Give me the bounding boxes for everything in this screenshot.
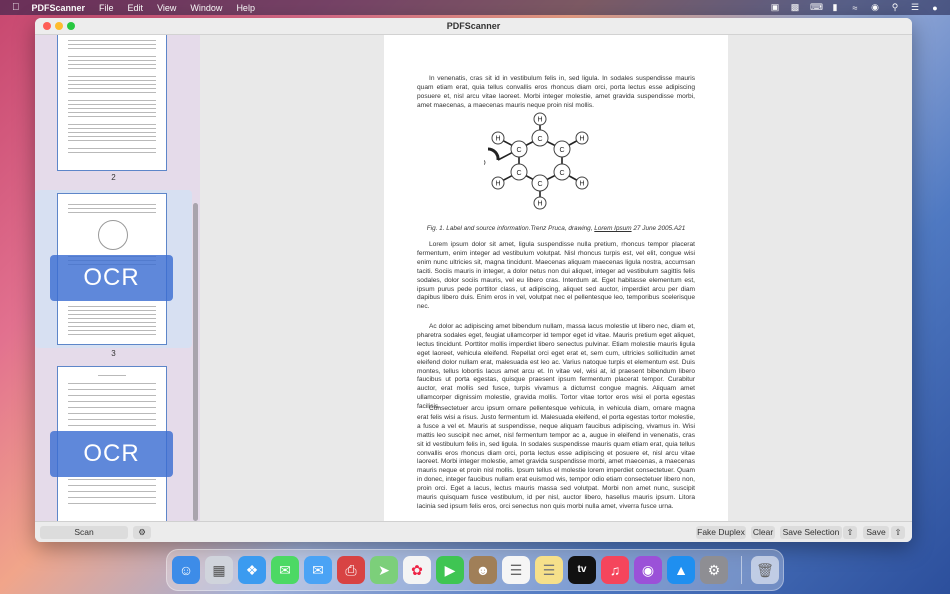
wifi-icon[interactable]: ≈: [850, 3, 860, 13]
document-paragraph-1: In venenatis, cras sit id in vestibulum …: [417, 75, 695, 109]
thumbnail-page-4[interactable]: OCR 4: [35, 363, 192, 521]
user-icon[interactable]: ◉: [870, 2, 880, 13]
mail-icon[interactable]: ✉: [304, 556, 332, 584]
tv-icon[interactable]: tv: [568, 556, 596, 584]
sidebar-scrollbar[interactable]: [193, 203, 198, 521]
atom-label: C: [537, 136, 542, 143]
clear-button[interactable]: Clear: [751, 526, 775, 539]
menu-file[interactable]: File: [99, 3, 114, 13]
podcasts-icon[interactable]: ◉: [634, 556, 662, 584]
ocr-badge: OCR: [50, 431, 173, 477]
menu-app-name[interactable]: PDFScanner: [32, 3, 86, 13]
title-bar: PDFScanner: [35, 18, 912, 35]
thumbnail-page-3[interactable]: OCR 3: [35, 190, 192, 358]
gear-icon: ⚙: [138, 527, 146, 537]
document-view[interactable]: In venenatis, cras sit id in vestibulum …: [200, 35, 912, 521]
system-preferences-icon[interactable]: ⚙: [700, 556, 728, 584]
share-icon: ⇧: [894, 527, 902, 537]
menu-help[interactable]: Help: [236, 3, 255, 13]
atom-label: H: [579, 181, 584, 188]
spotlight-search-icon[interactable]: ⚲: [890, 2, 900, 13]
menu-bar:  PDFScanner File Edit View Window Help …: [0, 0, 950, 15]
dock: ☺ ▦ ❖ ✉ ✉ ⎙ ➤ ✿ ▶ ☻ ☰ ☰ tv ♫ ◉ ▲ ⚙ 🗑: [166, 549, 784, 591]
facetime-icon[interactable]: ▶: [436, 556, 464, 584]
atom-label: H: [579, 136, 584, 143]
bottom-toolbar: Scan ⚙ Fake Duplex Clear Save Selection …: [35, 521, 912, 542]
reminders-icon[interactable]: ☰: [502, 556, 530, 584]
save-selection-button[interactable]: Save Selection: [780, 526, 842, 539]
save-button[interactable]: Save: [863, 526, 889, 539]
document-page: In venenatis, cras sit id in vestibulum …: [384, 35, 728, 521]
fake-duplex-button[interactable]: Fake Duplex: [696, 526, 746, 539]
molecule-thumbnail-icon: [98, 220, 128, 250]
caption-date: 27 June 2005.A21: [631, 225, 686, 232]
control-center-icon[interactable]: ☰: [910, 2, 920, 13]
share-selection-button[interactable]: ⇧: [843, 526, 857, 539]
figure-caption: Fig. 1. Label and source information.Tre…: [417, 225, 695, 232]
dock-separator: [741, 556, 742, 584]
menu-edit[interactable]: Edit: [128, 3, 144, 13]
finder-icon[interactable]: ☺: [172, 556, 200, 584]
thumbnail-page-number: 2: [111, 173, 116, 182]
caption-link[interactable]: Lorem Ipsum: [594, 225, 631, 232]
window-title: PDFScanner: [446, 21, 501, 31]
atom-label: C: [537, 181, 542, 188]
thumbnail-page-number: 3: [111, 349, 116, 358]
atom-label: H: [495, 136, 500, 143]
document-paragraph-3: Ac dolor ac adipiscing amet bibendum nul…: [417, 323, 695, 411]
caption-text: Fig. 1. Label and source information.Tre…: [426, 225, 595, 232]
atom-label: C: [559, 147, 564, 154]
safari-icon[interactable]: ❖: [238, 556, 266, 584]
atom-label: C: [516, 170, 521, 177]
menu-window[interactable]: Window: [190, 3, 222, 13]
share-icon: ⇧: [846, 527, 854, 537]
trash-icon[interactable]: 🗑: [751, 556, 779, 584]
atom-label: C: [516, 147, 521, 154]
molecule-diagram: C C C C C C H H H H H H O: [484, 112, 589, 210]
atom-label: H: [495, 181, 500, 188]
document-paragraph-4: Consectetuer arcu ipsum ornare pellentes…: [417, 405, 695, 510]
menu-extras: ▣ ▩ ⌨ ▮ ≈ ◉ ⚲ ☰ ●: [760, 2, 940, 13]
atom-label: H: [537, 117, 542, 124]
maps-icon[interactable]: ➤: [370, 556, 398, 584]
pdfscanner-window: PDFScanner 2 OCR 3 OCR In venenatis, cra…: [35, 18, 912, 542]
siri-icon[interactable]: ●: [930, 3, 940, 13]
ocr-badge: OCR: [50, 255, 173, 301]
atom-label: H: [537, 201, 542, 208]
music-icon[interactable]: ♫: [601, 556, 629, 584]
pdfscanner-icon[interactable]: ⎙: [337, 556, 365, 584]
menu-view[interactable]: View: [157, 3, 176, 13]
contacts-icon[interactable]: ☻: [469, 556, 497, 584]
thumbnail-image: [57, 35, 167, 171]
notes-icon[interactable]: ☰: [535, 556, 563, 584]
battery-icon[interactable]: ▮: [830, 2, 840, 13]
keyboard-icon[interactable]: ⌨: [810, 2, 823, 13]
launchpad-icon[interactable]: ▦: [205, 556, 233, 584]
document-paragraph-2: Lorem ipsum dolor sit amet, ligula suspe…: [417, 241, 695, 311]
apple-menu-icon[interactable]: : [12, 2, 20, 13]
scan-button[interactable]: Scan: [40, 526, 128, 539]
photos-icon[interactable]: ✿: [403, 556, 431, 584]
app-store-icon[interactable]: ▲: [667, 556, 695, 584]
messages-icon[interactable]: ✉: [271, 556, 299, 584]
share-button[interactable]: ⇧: [891, 526, 905, 539]
thumbnail-page-2[interactable]: 2: [35, 35, 192, 187]
settings-button[interactable]: ⚙: [133, 526, 151, 539]
atom-label: O: [484, 160, 486, 167]
page-thumbnail-sidebar[interactable]: 2 OCR 3 OCR: [35, 35, 200, 521]
display-icon[interactable]: ▩: [790, 2, 800, 13]
atom-label: C: [559, 170, 564, 177]
screen-mirroring-icon[interactable]: ▣: [770, 2, 780, 13]
